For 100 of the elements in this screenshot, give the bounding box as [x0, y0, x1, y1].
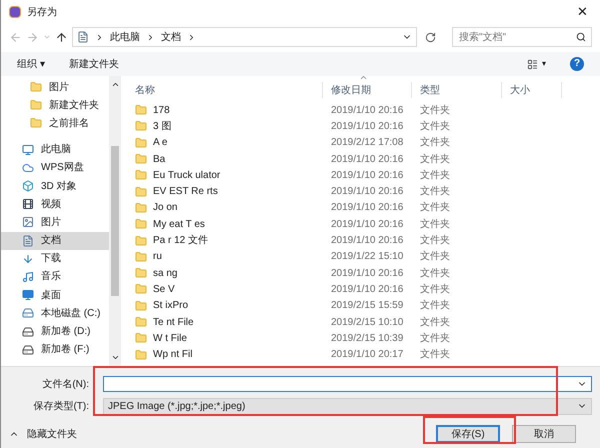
- filetype-select[interactable]: JPEG Image (*.jpg;*.jpe;*.jpeg): [103, 398, 592, 414]
- organize-menu[interactable]: 组织 ▾: [17, 56, 45, 72]
- save-button[interactable]: 保存(S): [436, 425, 500, 443]
- hide-folders-toggle[interactable]: 隐藏文件夹: [9, 426, 77, 442]
- search-icon: [576, 32, 586, 42]
- folder-icon: [29, 116, 43, 130]
- breadcrumb[interactable]: 文档: [161, 30, 181, 44]
- modified-date: 2019/1/10 20:16: [330, 234, 404, 248]
- folder-icon: [135, 234, 147, 247]
- file-row[interactable]: Se V 2019/1/10 20:16 文件夹: [127, 281, 600, 298]
- file-type: 文件夹: [419, 250, 451, 264]
- sidebar-item[interactable]: 视频: [1, 195, 109, 214]
- sidebar-item[interactable]: WPS网盘: [1, 158, 109, 177]
- file-type: 文件夹: [419, 298, 451, 314]
- close-button[interactable]: ✕: [573, 2, 592, 22]
- file-type: 文件夹: [419, 218, 451, 232]
- modified-date: 2019/1/10 20:16: [330, 218, 404, 232]
- file-row[interactable]: My eat T es 2019/1/10 20:16 文件夹: [127, 216, 600, 232]
- sidebar-item[interactable]: 音乐: [1, 268, 109, 286]
- folder-icon: [135, 348, 147, 361]
- app-icon: [9, 6, 21, 18]
- file-row[interactable]: Pa r 12 文件 2019/1/10 20:16 文件夹: [127, 232, 600, 249]
- modified-date: 2019/2/15 10:39: [330, 332, 404, 346]
- file-type: 文件夹: [419, 136, 451, 150]
- drive-icon: [21, 306, 35, 320]
- file-type: 文件夹: [419, 282, 451, 297]
- file-type: 文件夹: [419, 120, 451, 134]
- document-icon: [77, 31, 89, 43]
- filename-field[interactable]: [103, 376, 592, 392]
- breadcrumb[interactable]: 此电脑: [110, 30, 140, 44]
- drive-icon: [21, 342, 35, 357]
- search-field[interactable]: 搜索"文档": [452, 27, 592, 47]
- sidebar-item[interactable]: 下载: [1, 250, 109, 268]
- sidebar-item[interactable]: 图片: [1, 213, 109, 232]
- music-icon: [21, 270, 35, 284]
- folder-icon: [135, 136, 147, 149]
- new-folder-button[interactable]: 新建文件夹: [68, 56, 119, 72]
- view-icon[interactable]: [527, 58, 538, 70]
- modified-date: 2019/1/10 20:16: [330, 282, 404, 297]
- sidebar-item[interactable]: 此电脑: [1, 140, 109, 159]
- file-row[interactable]: W t File 2019/2/15 10:39 文件夹: [127, 330, 600, 346]
- modified-date: 2019/1/22 15:10: [330, 250, 404, 264]
- folder-icon: [135, 202, 147, 214]
- scrollbar-thumb[interactable]: [111, 146, 119, 296]
- sidebar-item[interactable]: 文档: [1, 232, 109, 250]
- drive-icon: [21, 324, 35, 339]
- file-row[interactable]: Eu Truck ulator 2019/1/10 20:16 文件夹: [127, 167, 600, 184]
- sidebar-item[interactable]: 3D 对象: [1, 176, 109, 196]
- film-icon: [21, 197, 35, 212]
- file-type: 文件夹: [419, 184, 451, 200]
- file-row[interactable]: A e 2019/2/12 17:08 文件夹: [127, 134, 600, 151]
- sidebar-item[interactable]: 本地磁盘 (C:): [1, 304, 109, 322]
- file-row[interactable]: Te nt File 2019/2/15 10:10 文件夹: [127, 314, 600, 330]
- sidebar-item[interactable]: 之前排名: [1, 114, 109, 133]
- help-button[interactable]: ?: [570, 57, 584, 71]
- column-header[interactable]: 名称: [127, 82, 323, 98]
- modified-date: 2019/1/10 20:16: [330, 185, 404, 200]
- view-menu[interactable]: ▾: [542, 58, 546, 70]
- sidebar-item[interactable]: 新加卷 (D:): [1, 322, 109, 341]
- file-row[interactable]: sa ng 2019/1/10 20:16 文件夹: [127, 264, 600, 282]
- sidebar-item[interactable]: 桌面: [1, 286, 109, 304]
- folder-icon: [135, 316, 147, 328]
- scroll-down-icon[interactable]: [110, 353, 120, 362]
- file-name: Te nt File: [153, 316, 194, 330]
- sidebar-item[interactable]: 新建文件夹: [1, 96, 109, 114]
- file-row[interactable]: EV EST Re rts 2019/1/10 20:16 文件夹: [127, 183, 600, 200]
- cancel-button[interactable]: 取消: [512, 425, 576, 443]
- file-row[interactable]: Ba 2019/1/10 20:16 文件夹: [127, 150, 600, 168]
- column-header[interactable]: 类型: [412, 82, 502, 98]
- up-icon[interactable]: [55, 30, 68, 44]
- modified-date: 2019/1/10 20:16: [330, 104, 404, 118]
- file-row[interactable]: Wp nt Fil 2019/1/10 20:17 文件夹: [127, 346, 600, 363]
- sidebar-item[interactable]: 图片: [1, 78, 109, 96]
- file-type: 文件夹: [419, 104, 451, 118]
- modified-date: 2019/1/10 20:16: [330, 266, 404, 281]
- file-row[interactable]: Jo on 2019/1/10 20:16 文件夹: [127, 200, 600, 216]
- folder-icon: [135, 218, 147, 230]
- folder-icon: [135, 104, 147, 116]
- scroll-up-icon[interactable]: [110, 80, 120, 89]
- folder-icon: [135, 332, 147, 344]
- refresh-icon[interactable]: [425, 32, 436, 42]
- sidebar-item[interactable]: 新加卷 (F:): [1, 340, 109, 359]
- folder-icon: [135, 267, 147, 280]
- column-header[interactable]: 大小: [502, 82, 562, 98]
- file-row[interactable]: ru 2019/1/22 15:10 文件夹: [127, 248, 600, 265]
- address-bar[interactable]: 此电脑 文档: [72, 27, 417, 47]
- folder-icon: [135, 169, 147, 182]
- folder-icon: [29, 98, 43, 112]
- file-name: 3 图: [153, 120, 172, 134]
- file-row[interactable]: St ixPro 2019/2/15 15:59 文件夹: [127, 298, 600, 314]
- modified-date: 2019/1/10 20:17: [330, 348, 404, 362]
- document-icon: [21, 234, 35, 248]
- file-row[interactable]: 3 图 2019/1/10 20:16 文件夹: [127, 118, 600, 135]
- file-row[interactable]: 178 2019/1/10 20:16 文件夹: [127, 102, 600, 118]
- folder-icon: [135, 186, 147, 198]
- column-header[interactable]: 修改日期: [323, 82, 412, 98]
- modified-date: 2019/1/10 20:16: [330, 201, 404, 216]
- modified-date: 2019/1/10 20:16: [330, 120, 404, 134]
- file-name: ru: [153, 250, 162, 264]
- file-name: Eu Truck ulator: [153, 168, 220, 183]
